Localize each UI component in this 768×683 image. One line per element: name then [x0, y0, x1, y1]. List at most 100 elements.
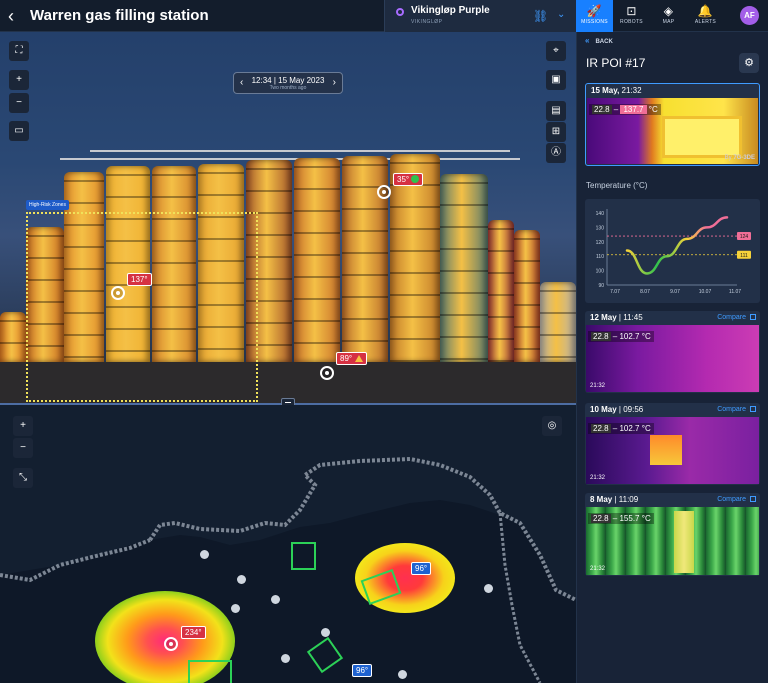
temperature-value: 137°	[131, 275, 148, 284]
frame-icon[interactable]: ▣	[546, 70, 566, 90]
avatar[interactable]: AF	[740, 6, 759, 25]
storage-tank	[440, 174, 488, 362]
temperature-tag[interactable]: 137°	[127, 273, 152, 286]
compare-link[interactable]: Compare	[717, 406, 746, 413]
map-view[interactable]: 234° 96° 96° + − ⤡ ◎	[0, 405, 576, 683]
compare-icon[interactable]	[750, 314, 756, 320]
poi-marker[interactable]	[111, 286, 125, 300]
ir-capture-card[interactable]: 10 May | 09:56 Compare 22.8 – 102.7 °C 2…	[585, 403, 760, 485]
bell-icon: 🔔	[697, 4, 714, 18]
high-risk-zone[interactable]	[26, 212, 258, 402]
tank-band	[440, 248, 488, 250]
capture-date: 10 May	[590, 405, 617, 414]
map-poi[interactable]	[398, 670, 407, 679]
map-floorplan	[0, 456, 576, 683]
back-arrow-icon[interactable]: ‹	[8, 6, 24, 26]
temperature-value: 234°	[185, 628, 202, 637]
y-tick-label: 100	[596, 269, 605, 275]
tank-band	[514, 348, 540, 350]
robot-selector[interactable]: Vikingløp Purple VIKINGLØP ⛓ ⌄	[384, 0, 576, 32]
robot-marker[interactable]	[188, 660, 232, 683]
tank-band	[390, 294, 440, 296]
link-icon[interactable]: ⛓	[533, 9, 548, 23]
layers-icon: ◈	[663, 4, 674, 18]
tank-band	[152, 174, 196, 176]
fullscreen-button[interactable]: ⛶	[9, 41, 29, 61]
tank-band	[294, 166, 340, 168]
camera-view[interactable]: High-Risk Zones 35° 137° 89° ‹ 12:34 | 1…	[0, 32, 576, 403]
map-poi[interactable]	[281, 654, 290, 663]
timestamp-selector[interactable]: ‹ 12:34 | 15 May 2023 Two months ago ›	[233, 72, 343, 94]
ir-capture-card[interactable]: 15 May, 21:32 22.8 – 137.7 °C By 7G-3DE	[585, 83, 760, 166]
chevron-right-icon[interactable]: ›	[333, 77, 336, 88]
locate-robot-icon[interactable]: ◎	[542, 416, 562, 436]
ir-capture-card[interactable]: 12 May | 11:45 Compare 22.8 – 102.7 °C 2…	[585, 311, 760, 393]
compare-icon[interactable]	[750, 496, 756, 502]
map-zoom-out-button[interactable]: −	[13, 438, 33, 458]
map-poi[interactable]	[484, 584, 493, 593]
compare-link[interactable]: Compare	[717, 496, 746, 503]
temp-high: 137.7	[620, 105, 647, 114]
map-poi[interactable]	[321, 628, 330, 637]
tank-band	[106, 196, 150, 198]
map-poi[interactable]	[237, 575, 246, 584]
tank-band	[390, 250, 440, 252]
temperature-tag[interactable]: 234°	[181, 626, 206, 639]
ai-icon[interactable]: Ⓐ	[546, 143, 566, 163]
chevron-down-icon[interactable]: ⌄	[557, 9, 565, 20]
tank-band	[390, 162, 440, 164]
map-zoom-in-button[interactable]: +	[13, 416, 33, 436]
nav-alerts[interactable]: 🔔 ALERTS	[687, 0, 724, 32]
temperature-point	[726, 217, 728, 219]
tank-band	[294, 210, 340, 212]
tank-band	[514, 260, 540, 262]
collapse-icon[interactable]: ⤡	[13, 468, 33, 488]
tank-band	[488, 338, 514, 340]
temperature-tag[interactable]: 35°	[393, 173, 424, 186]
temperature-tag[interactable]: 96°	[411, 562, 432, 575]
temperature-tag[interactable]: 89°	[336, 352, 368, 365]
tank-band	[342, 274, 388, 276]
compare-link[interactable]: Compare	[717, 314, 746, 321]
tank-band	[514, 282, 540, 284]
map-poi[interactable]	[231, 604, 240, 613]
zoom-in-button[interactable]: +	[9, 70, 29, 90]
comment-icon[interactable]: ▤	[546, 101, 566, 121]
tank-band	[514, 326, 540, 328]
tank-band	[246, 168, 292, 170]
tank-band	[440, 336, 488, 338]
storage-tank	[294, 158, 340, 362]
tank-band	[440, 204, 488, 206]
back-button[interactable]: « BACK	[585, 36, 613, 45]
tank-band	[294, 232, 340, 234]
x-tick-label: 10.07	[699, 289, 712, 295]
zoom-out-button[interactable]: −	[9, 93, 29, 113]
page-title: Warren gas filling station	[30, 7, 209, 24]
nav-map[interactable]: ◈ MAP	[650, 0, 687, 32]
robot-marker[interactable]	[291, 542, 316, 570]
temp-low: 22.8	[592, 105, 612, 114]
ir-capture-card[interactable]: 8 May | 11:09 Compare 22.8 – 155.7 °C 21…	[585, 493, 760, 576]
map-poi[interactable]	[200, 550, 209, 559]
compare-icon[interactable]	[750, 406, 756, 412]
temp-high: 155.7	[619, 514, 640, 523]
focus-icon[interactable]: ⌖	[546, 41, 566, 61]
chevron-left-icon[interactable]: ‹	[240, 77, 243, 88]
settings-gear-icon[interactable]: ⚙	[739, 53, 759, 73]
temperature-tag[interactable]: 96°	[352, 664, 373, 677]
tank-band	[342, 252, 388, 254]
temperature-point	[706, 227, 708, 229]
ruler-icon[interactable]: ▭	[9, 121, 29, 141]
nav-robots-label: ROBOTS	[620, 19, 643, 25]
tank-band	[390, 228, 440, 230]
add-comment-icon[interactable]: ⊞	[546, 122, 566, 142]
poi-marker[interactable]	[320, 366, 334, 380]
nav-robots[interactable]: ⊡ ROBOTS	[613, 0, 650, 32]
thermal-hotspot	[650, 435, 682, 465]
nav-missions[interactable]: 🚀 MISSIONS	[576, 0, 613, 32]
map-poi[interactable]	[271, 595, 280, 604]
tank-band	[440, 314, 488, 316]
capture-time: 11:45	[623, 313, 643, 322]
poi-marker[interactable]	[377, 185, 391, 199]
poi-marker[interactable]	[164, 637, 178, 651]
